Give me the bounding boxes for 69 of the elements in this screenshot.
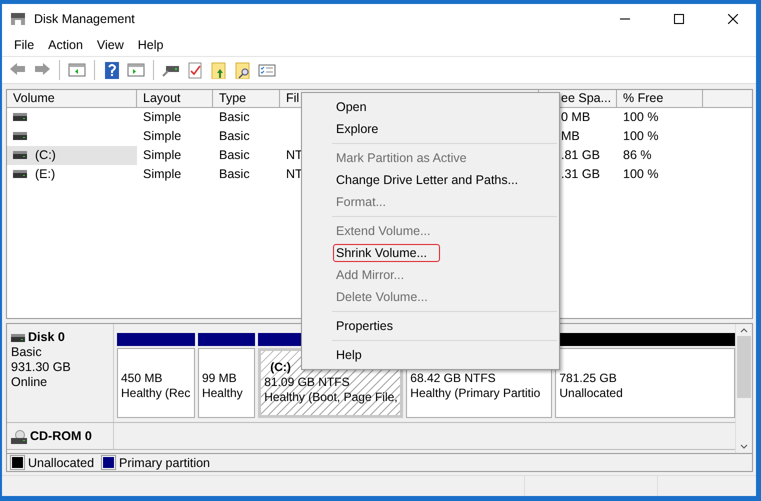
partition-status: Healthy (Rec bbox=[121, 386, 190, 400]
window-title: Disk Management bbox=[34, 12, 136, 26]
partition-size: 450 MB bbox=[121, 371, 162, 386]
table-cell: Basic bbox=[219, 148, 250, 162]
close-icon bbox=[728, 14, 738, 24]
table-cell: Basic bbox=[219, 110, 250, 124]
menu-item[interactable]: Properties bbox=[333, 317, 396, 335]
partition-block[interactable]: 99 MB Healthy bbox=[198, 348, 256, 418]
table-cell-text: (E:) bbox=[34, 167, 56, 182]
menu-item[interactable]: Explore bbox=[333, 120, 382, 138]
table-cell: Basic bbox=[219, 167, 250, 182]
menu-item[interactable]: View bbox=[90, 36, 132, 54]
drive-icon bbox=[13, 151, 27, 160]
drive-icon bbox=[13, 113, 27, 122]
menu-item[interactable]: Open bbox=[333, 98, 370, 116]
disk-detail: Online bbox=[11, 375, 48, 390]
column-header[interactable] bbox=[703, 90, 752, 108]
legend-label: Unallocated bbox=[28, 456, 94, 470]
partition-size: 68.42 GB NTFS bbox=[410, 371, 496, 386]
partition-size: 99 MB bbox=[202, 371, 237, 386]
table-cell: Simple bbox=[143, 167, 182, 182]
menu-item[interactable]: Help bbox=[333, 346, 365, 364]
column-header[interactable]: Type bbox=[213, 90, 280, 108]
partition-size: 781.25 GB bbox=[559, 371, 617, 386]
partition-status: Unallocated bbox=[559, 386, 623, 400]
table-cell: Simple bbox=[143, 148, 182, 162]
column-header[interactable]: Layout bbox=[137, 90, 213, 108]
table-cell: 100 % bbox=[623, 167, 658, 182]
partition-status: Healthy bbox=[202, 386, 243, 400]
table-cell: Simple bbox=[143, 110, 182, 124]
drive-icon bbox=[13, 170, 27, 178]
maximize-icon bbox=[674, 14, 684, 24]
table-cell: NT bbox=[286, 148, 303, 162]
table-cell: 100 % bbox=[623, 129, 658, 144]
partition-size: 81.09 GB NTFS bbox=[264, 375, 350, 390]
table-cell: MB bbox=[561, 129, 580, 144]
menu-item[interactable]: Change Drive Letter and Paths... bbox=[333, 171, 522, 189]
partition-label: (C:) bbox=[269, 360, 291, 376]
partition-block[interactable]: 450 MB Healthy (Rec bbox=[117, 348, 195, 418]
partition-status: Healthy (Boot, Page File, bbox=[264, 390, 398, 404]
cd-drive-icon bbox=[11, 430, 27, 444]
table-cell: Simple bbox=[143, 129, 182, 144]
help-icon[interactable] bbox=[102, 60, 122, 80]
partition-block[interactable]: 781.25 GB Unallocated bbox=[555, 348, 735, 418]
table-cell: 0 MB bbox=[561, 110, 590, 124]
menu-item[interactable]: Help bbox=[132, 36, 172, 54]
scrollbar[interactable] bbox=[735, 324, 752, 454]
disk-detail: Basic bbox=[11, 345, 43, 360]
menu-item[interactable]: File bbox=[8, 36, 42, 54]
table-cell: .81 GB bbox=[561, 148, 600, 162]
table-cell: 86 % bbox=[623, 148, 652, 162]
partition-status: Healthy (Primary Partitio bbox=[410, 386, 540, 400]
table-cell: .31 GB bbox=[561, 167, 600, 182]
column-header[interactable]: Volume bbox=[7, 90, 137, 108]
table-cell: NT bbox=[286, 167, 303, 182]
disk-management-icon bbox=[10, 12, 26, 26]
disk-name: Disk 0 bbox=[28, 330, 65, 346]
drive-icon bbox=[11, 334, 25, 342]
menu-item[interactable]: Action bbox=[42, 36, 91, 54]
table-cell: 100 % bbox=[623, 110, 658, 124]
table-cell-text: (C:) bbox=[34, 148, 57, 162]
disk-name: CD-ROM 0 bbox=[30, 429, 92, 444]
table-cell: Basic bbox=[219, 129, 250, 144]
legend-label: Primary partition bbox=[119, 456, 210, 470]
drive-icon bbox=[13, 132, 27, 140]
partition-bar bbox=[198, 333, 256, 346]
column-header[interactable]: % Free bbox=[617, 90, 703, 108]
disk-detail: 931.30 GB bbox=[11, 360, 72, 376]
menu-item[interactable]: Shrink Volume... bbox=[333, 244, 440, 262]
